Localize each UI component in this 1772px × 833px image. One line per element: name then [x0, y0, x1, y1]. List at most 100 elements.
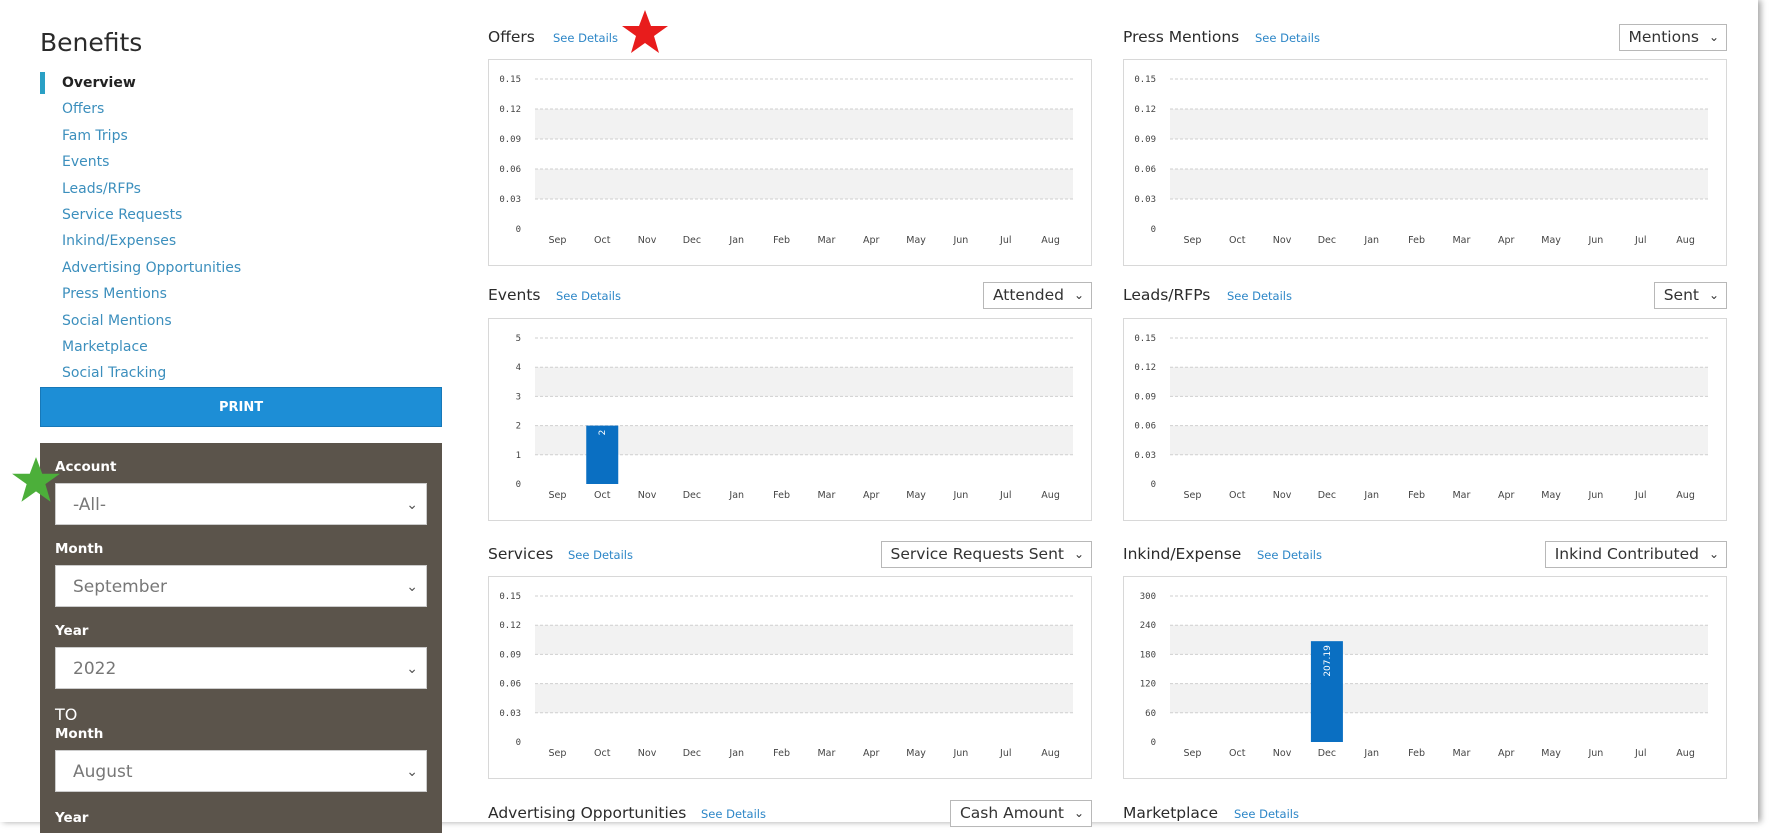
- chevron-down-icon: ⌄: [406, 579, 418, 595]
- sidebar-item-leads-rfps[interactable]: Leads/RFPs: [40, 176, 444, 202]
- chevron-down-icon: ⌄: [406, 764, 418, 780]
- events-chart-svg: 0 1 2 3 4 5 Sep 2 Oct Nov Dec Jan Feb Mar Apr May Jun Jul…: [516, 334, 1073, 501]
- sidebar-item-overview[interactable]: Overview: [40, 70, 444, 96]
- y-tick-label: 0.03: [499, 195, 521, 205]
- x-tick-label: May: [1541, 235, 1561, 246]
- y-tick-label: 0.12: [499, 105, 521, 115]
- sidebar-item-inkind-expenses[interactable]: Inkind/Expenses: [40, 228, 444, 254]
- x-tick-label: Dec: [1318, 490, 1336, 501]
- marketplace-see-details-link[interactable]: See Details: [1234, 807, 1299, 821]
- to-month-label: Month: [55, 726, 104, 742]
- sidebar-item-fam-trips[interactable]: Fam Trips: [40, 123, 444, 149]
- services-title: Services: [488, 545, 554, 563]
- x-tick-label: Jul: [999, 748, 1011, 759]
- x-tick-label: Jan: [728, 490, 744, 501]
- services-select[interactable]: Service Requests Sent ⌄: [880, 541, 1092, 568]
- x-tick-label: Jan: [728, 748, 744, 759]
- x-tick-label: Feb: [1408, 490, 1425, 501]
- bar-data-label: 207.19: [1323, 645, 1333, 677]
- x-tick-label: Apr: [1498, 748, 1515, 759]
- leads-sent-select[interactable]: Sent ⌄: [1653, 282, 1727, 309]
- month-select[interactable]: September ⌄: [55, 565, 427, 607]
- x-tick-label: Mar: [817, 490, 835, 501]
- sidebar-item-events[interactable]: Events: [40, 149, 444, 175]
- page-frame: Benefits Overview Offers Fam Trips Event…: [0, 0, 1758, 833]
- x-tick-label: Feb: [1408, 235, 1425, 246]
- offers-see-details-link[interactable]: See Details: [553, 31, 618, 45]
- sidebar-item-marketplace[interactable]: Marketplace: [40, 334, 444, 360]
- to-month-select[interactable]: August ⌄: [55, 750, 427, 792]
- x-tick-label: May: [1541, 748, 1561, 759]
- events-panel-header: Events See Details Attended ⌄: [488, 282, 1092, 312]
- advertising-select-value: Cash Amount: [959, 804, 1064, 822]
- x-tick-label: Nov: [1273, 235, 1292, 246]
- x-tick-label: Aug: [1041, 748, 1060, 759]
- x-tick-label: May: [906, 490, 926, 501]
- inkind-select[interactable]: Inkind Contributed ⌄: [1544, 541, 1727, 568]
- x-tick-label: Jun: [1587, 748, 1603, 759]
- advertising-title: Advertising Opportunities: [488, 804, 687, 822]
- sidebar-item-press-mentions[interactable]: Press Mentions: [40, 281, 444, 307]
- y-tick-label: 0.15: [499, 592, 521, 602]
- y-tick-label: 0.12: [499, 621, 521, 631]
- print-button[interactable]: PRINT: [40, 387, 442, 427]
- press-chart-svg: 0 0.03 0.06 0.09 0.12 0.15 Sep Oct Nov Dec Jan Feb M…: [1134, 75, 1708, 246]
- chevron-down-icon: ⌄: [406, 661, 418, 677]
- y-tick-label: 0.09: [499, 650, 521, 660]
- x-tick-label: Nov: [638, 235, 657, 246]
- press-mentions-select[interactable]: Mentions ⌄: [1618, 24, 1727, 51]
- sidebar-item-offers[interactable]: Offers: [40, 96, 444, 122]
- chevron-down-icon: ⌄: [1708, 547, 1719, 561]
- account-select[interactable]: -All- ⌄: [55, 483, 427, 525]
- filter-panel: Account -All- ⌄ Month September ⌄ Year 2…: [40, 443, 442, 833]
- x-tick-label: Jan: [1363, 748, 1379, 759]
- x-tick-label: Feb: [773, 490, 790, 501]
- grid-band: [535, 109, 1073, 139]
- leads-chart-svg: 0 0.03 0.06 0.09 0.12 0.15 Sep Oct Nov Dec Jan Feb M…: [1134, 334, 1708, 501]
- chevron-down-icon: ⌄: [1073, 806, 1084, 820]
- inkind-select-value: Inkind Contributed: [1554, 545, 1699, 563]
- grid-band: [535, 367, 1073, 397]
- offers-chart-svg: 0 0.03 0.06 0.09 0.12 0.15 Sep Oct Nov Dec Jan Feb M…: [499, 75, 1073, 246]
- events-see-details-link[interactable]: See Details: [556, 289, 621, 303]
- leads-sent-select-value: Sent: [1663, 286, 1699, 304]
- y-tick-label: 0.15: [1134, 75, 1156, 85]
- chevron-down-icon: ⌄: [406, 497, 418, 513]
- sidebar-item-social-tracking[interactable]: Social Tracking: [40, 360, 444, 386]
- x-tick-label: Nov: [1273, 748, 1292, 759]
- grid-band: [1170, 625, 1708, 655]
- sidebar-item-social-mentions[interactable]: Social Mentions: [40, 308, 444, 334]
- y-tick-label: 120: [1140, 680, 1156, 690]
- year-select[interactable]: 2022 ⌄: [55, 647, 427, 689]
- x-tick-label: Aug: [1041, 235, 1060, 246]
- y-tick-label: 0.06: [1134, 422, 1156, 432]
- services-see-details-link[interactable]: See Details: [568, 548, 633, 562]
- leads-chart: 0 0.03 0.06 0.09 0.12 0.15 Sep Oct Nov Dec Jan Feb M…: [1123, 318, 1727, 521]
- advertising-select[interactable]: Cash Amount ⌄: [949, 800, 1092, 827]
- grid-band: [1170, 367, 1708, 397]
- chevron-down-icon: ⌄: [1708, 288, 1719, 302]
- y-tick-label: 0.09: [499, 135, 521, 145]
- sidebar-item-service-requests[interactable]: Service Requests: [40, 202, 444, 228]
- x-tick-label: Aug: [1041, 490, 1060, 501]
- sidebar-nav: Overview Offers Fam Trips Events Leads/R…: [40, 70, 444, 387]
- x-tick-label: Sep: [1183, 490, 1201, 501]
- x-tick-label: Oct: [594, 748, 611, 759]
- inkind-see-details-link[interactable]: See Details: [1257, 548, 1322, 562]
- x-tick-label: Mar: [817, 748, 835, 759]
- y-tick-label: 0.06: [499, 165, 521, 175]
- press-see-details-link[interactable]: See Details: [1255, 31, 1320, 45]
- events-attended-select[interactable]: Attended ⌄: [982, 282, 1092, 309]
- offers-title: Offers: [488, 28, 535, 46]
- x-tick-label: May: [906, 235, 926, 246]
- account-select-value: -All-: [73, 495, 106, 515]
- grid-band: [535, 625, 1073, 655]
- inkind-panel-header: Inkind/Expense See Details Inkind Contri…: [1123, 541, 1727, 571]
- sidebar-item-advertising-opportunities[interactable]: Advertising Opportunities: [40, 255, 444, 281]
- leads-see-details-link[interactable]: See Details: [1227, 289, 1292, 303]
- advertising-see-details-link[interactable]: See Details: [701, 807, 766, 821]
- y-tick-label: 1: [516, 451, 521, 461]
- x-tick-label: Jul: [999, 490, 1011, 501]
- x-tick-label: May: [906, 748, 926, 759]
- y-tick-label: 2: [516, 422, 521, 432]
